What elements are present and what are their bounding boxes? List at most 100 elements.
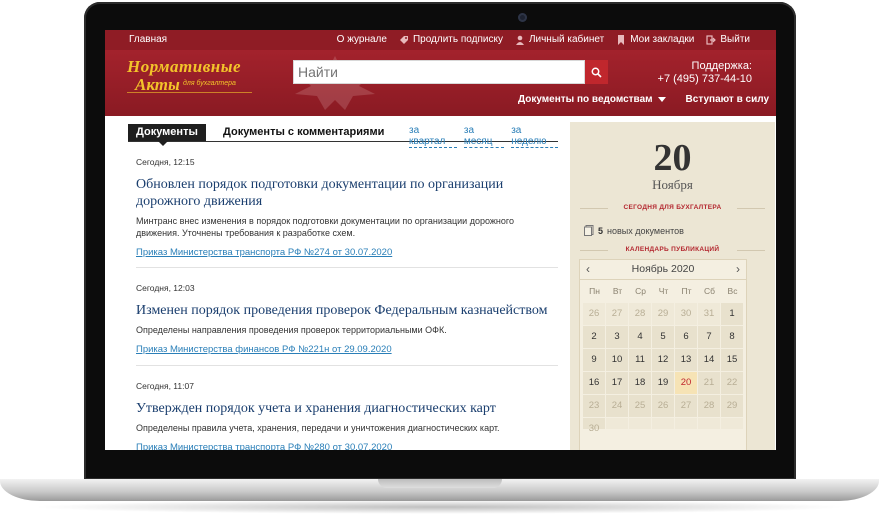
calendar-day[interactable]: 9 [583,349,605,371]
user-icon [515,35,524,45]
calendar-day: 28 [698,395,720,417]
calendar-day[interactable]: 18 [629,372,651,394]
search-icon [591,67,602,78]
calendar-day: 27 [606,303,628,325]
tab-documents[interactable]: Документы [128,124,206,146]
period-week[interactable]: за неделю [511,125,558,148]
departments-menu[interactable]: Документы по ведомствам [518,94,666,105]
tab-commented-documents[interactable]: Документы с комментариями [223,126,384,138]
news-document-link[interactable]: Приказ Министерства финансов РФ №221н от… [136,344,558,355]
calendar-day[interactable]: 5 [652,326,674,348]
subscribe-link[interactable]: Продлить подписку [399,34,503,45]
new-documents[interactable]: 5 новых документов [584,225,684,236]
calendar-day[interactable]: 14 [698,349,720,371]
news-item: Сегодня, 12:15 Обновлен порядок подготов… [136,157,558,258]
weekday: Вт [612,286,623,296]
calendar-day[interactable]: 7 [698,326,720,348]
news-divider [136,267,558,268]
support-label: Поддержка: [691,60,752,72]
logo-tagline: для бухгалтера [183,80,236,87]
top-bar: Главная О журнале Продлить подписку Личн… [105,30,776,50]
calendar-day: 22 [721,372,743,394]
calendar-day: 30 [583,418,605,434]
calendar-month-title: Ноябрь 2020 [631,263,695,275]
logout-label: Выйти [720,34,750,45]
chevron-right-icon[interactable]: › [736,260,740,279]
calendar-day[interactable]: 4 [629,326,651,348]
calendar-day[interactable]: 8 [721,326,743,348]
period-quarter[interactable]: за квартал [409,125,457,148]
calendar-day [675,418,697,429]
tabs-bar: Документы Документы с комментариями за к… [128,122,558,148]
laptop-screen: Главная О журнале Продлить подписку Личн… [105,30,776,450]
calendar-day[interactable]: 2 [583,326,605,348]
calendar-day [606,418,628,429]
support-phone[interactable]: +7 (495) 737-44-10 [658,73,752,86]
news-item: Сегодня, 12:03 Изменен порядок проведени… [136,283,558,355]
coming-into-force-link[interactable]: Вступают в силу [686,94,769,105]
news-description: Минтранс внес изменения в порядок подгот… [136,216,514,238]
weekday: Ср [635,286,646,296]
site-logo[interactable]: Нормативные Акты для бухгалтера [127,57,252,97]
news-title[interactable]: Обновлен порядок подготовки документации… [136,176,558,210]
search-button[interactable] [585,60,608,84]
weekday: Пн [589,286,600,296]
calendar-day[interactable]: 15 [721,349,743,371]
new-documents-count: 5 [598,225,604,236]
news-item: Сегодня, 11:07 Утвержден порядок учета и… [136,381,558,450]
laptop-notch [378,479,502,488]
calendar-day [652,418,674,429]
bookmark-icon [618,34,625,45]
calendar-section-label: КАЛЕНДАРЬ ПУБЛИКАЦИЙ [580,246,765,253]
news-time: Сегодня, 11:07 [136,381,194,391]
departments-label: Документы по ведомствам [518,94,653,105]
news-document-link[interactable]: Приказ Министерства транспорта РФ №274 о… [136,247,558,258]
news-title[interactable]: Утвержден порядок учета и хранения диагн… [136,400,558,417]
news-document-link[interactable]: Приказ Министерства транспорта РФ №280 о… [136,442,558,450]
support-block: Поддержка: +7 (495) 737-44-10 [658,60,752,86]
news-column: Документы Документы с комментариями за к… [128,122,558,450]
period-month[interactable]: за месяц [463,125,505,148]
weekday: Сб [703,286,715,296]
home-link[interactable]: Главная [129,34,167,45]
weekday: Вс [727,286,738,296]
news-time: Сегодня, 12:15 [136,157,195,167]
bookmarks-label: Мои закладки [630,34,695,45]
about-link[interactable]: О журнале [337,34,387,45]
account-link[interactable]: Личный кабинет [515,34,604,45]
calendar-day [721,418,743,429]
calendar-day [698,418,720,429]
calendar-day: 31 [698,303,720,325]
weekday: Пт [681,286,692,296]
calendar-day[interactable]: 20 [675,372,697,394]
calendar-day[interactable]: 11 [629,349,651,371]
calendar-day[interactable]: 12 [652,349,674,371]
calendar-day[interactable]: 19 [652,372,674,394]
calendar-day[interactable]: 16 [583,372,605,394]
news-time: Сегодня, 12:03 [136,283,195,293]
calendar-day[interactable]: 17 [606,372,628,394]
top-nav: О журнале Продлить подписку Личный кабин… [337,34,750,45]
calendar-weekdays: Пн Вт Ср Чт Пт Сб Вс [583,286,744,296]
calendar-day: 21 [698,372,720,394]
calendar-day: 25 [629,395,651,417]
calendar-day[interactable]: 1 [721,303,743,325]
sidebar: 20 Ноября СЕГОДНЯ ДЛЯ БУХГАЛТЕРА 5 новых… [570,122,775,450]
calendar-header: ‹ Ноябрь 2020 › [580,260,746,280]
today-day: 20 [653,137,692,179]
tab-documents-label: Документы [136,126,198,138]
calendar-day: 29 [721,395,743,417]
logout-link[interactable]: Выйти [706,34,750,45]
laptop-shadow [30,500,849,514]
calendar-day[interactable]: 13 [675,349,697,371]
publication-calendar: ‹ Ноябрь 2020 › Пн Вт Ср Чт Пт Сб Вс 2 6 2… [579,259,747,450]
calendar-day[interactable]: 6 [675,326,697,348]
news-title[interactable]: Изменен порядок проведения проверок Феде… [136,302,558,319]
documents-icon [584,225,594,236]
bookmarks-link[interactable]: Мои закладки [616,34,694,45]
calendar-day[interactable]: 10 [606,349,628,371]
chevron-left-icon[interactable]: ‹ [586,260,590,279]
sub-nav: Документы по ведомствам Вступают в силу [518,94,769,105]
calendar-day[interactable]: 3 [606,326,628,348]
search-input[interactable] [294,61,584,83]
